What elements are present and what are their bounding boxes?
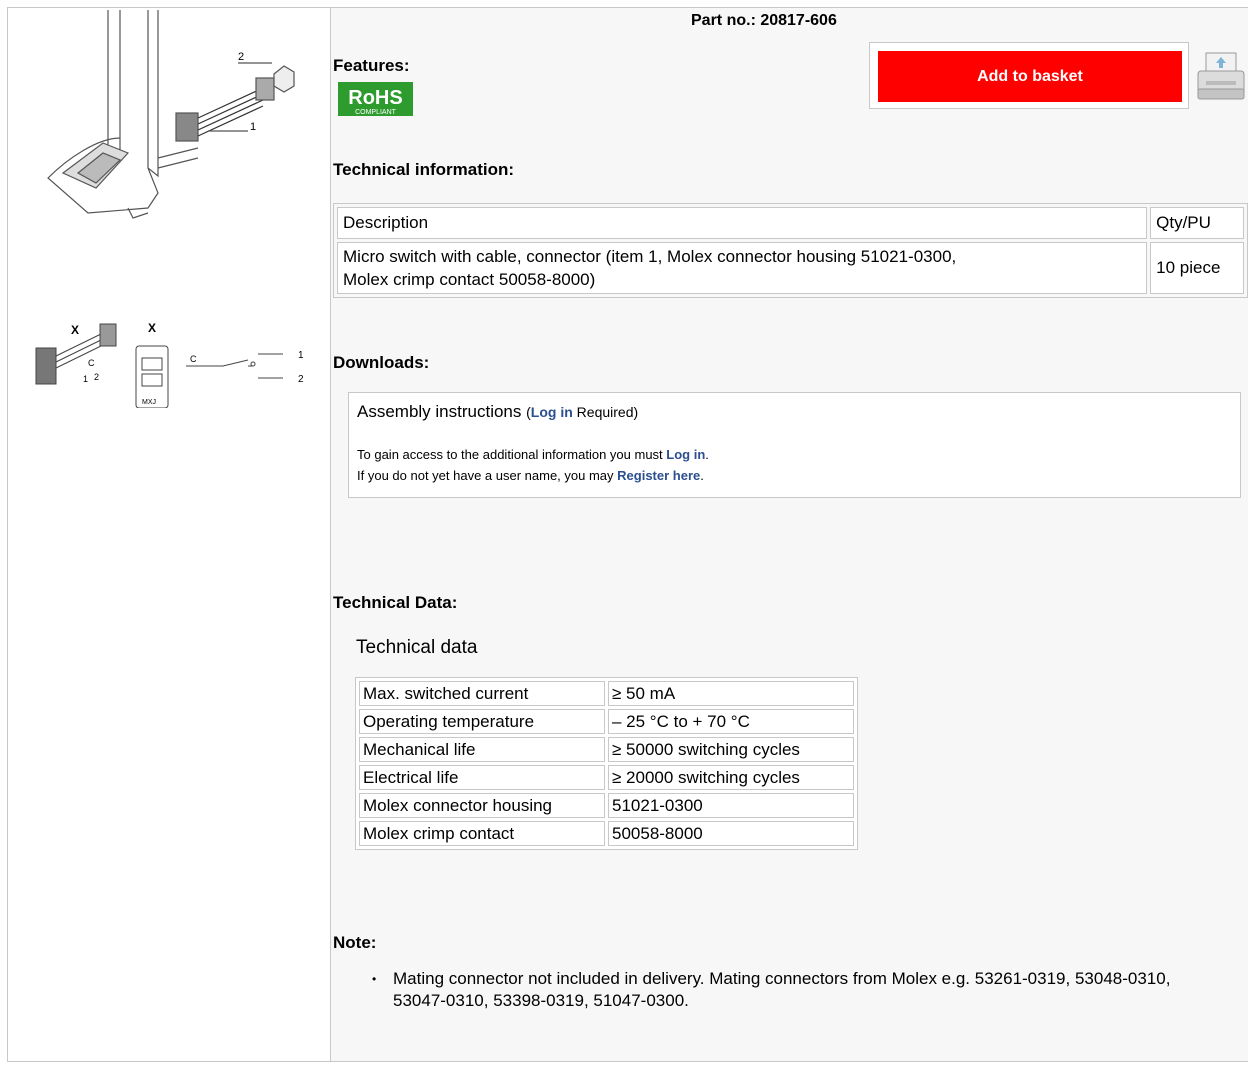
table-row: Electrical life ≥ 20000 switching cycles [359,765,854,790]
access-login-link[interactable]: Log in [666,447,705,462]
table-row: Molex crimp contact 50058-8000 [359,821,854,846]
qty-cell: 10 piece [1150,242,1244,294]
image-column: 2 1 X X C C 1 2 1 2 MXJ [8,8,331,1061]
drawing-label-1: 1 [250,121,256,133]
column-header-qty: Qty/PU [1150,207,1244,239]
wiring-label-2a: 2 [94,372,99,382]
download-item-name: Assembly instructions [357,402,522,421]
rohs-logo-subtitle: COMPLIANT [355,109,397,116]
technical-information-table: Description Qty/PU Micro switch with cab… [333,203,1248,298]
technical-data-title: Technical data [356,637,478,658]
wiring-label-x2: X [148,321,156,335]
spec-value: ≥ 50 mA [608,681,854,706]
spec-label: Electrical life [359,765,605,790]
drawing-label-2: 2 [238,51,244,63]
technical-data-heading: Technical Data: [333,593,458,612]
technical-data-table: Max. switched current ≥ 50 mA Operating … [355,677,858,850]
wiring-label-1a: 1 [83,374,88,384]
download-item-title: Assembly instructions (Log in Required) [357,402,638,422]
access-notice: To gain access to the additional informa… [357,447,709,462]
wiring-label-x1: X [71,323,79,337]
spec-label: Operating temperature [359,709,605,734]
technical-information-heading: Technical information: [333,160,515,179]
wiring-label-1b: 1 [298,350,304,361]
printer-icon[interactable] [1194,49,1248,105]
register-end: . [700,468,704,483]
table-header-row: Description Qty/PU [337,207,1244,239]
features-heading: Features: [333,56,410,75]
add-to-basket-button[interactable]: Add to basket [878,51,1182,102]
spec-label: Molex crimp contact [359,821,605,846]
spec-label: Max. switched current [359,681,605,706]
description-line-2: Molex crimp contact 50058-8000) [343,270,596,289]
required-text: Required) [572,404,639,420]
spec-label: Mechanical life [359,737,605,762]
spec-value: ≥ 20000 switching cycles [608,765,854,790]
table-row: Micro switch with cable, connector (item… [337,242,1244,294]
wiring-label-mx: MXJ [142,399,156,406]
note-list: • Mating connector not included in deliv… [372,968,1192,1012]
table-row: Mechanical life ≥ 50000 switching cycles [359,737,854,762]
spec-label: Molex connector housing [359,793,605,818]
list-item: Mating connector not included in deliver… [393,969,1171,1010]
table-row: Molex connector housing 51021-0300 [359,793,854,818]
note-heading: Note: [333,933,377,952]
spec-value: ≥ 50000 switching cycles [608,737,854,762]
bullet-icon: • [372,972,377,986]
table-row: Operating temperature – 25 °C to + 70 °C [359,709,854,734]
part-number: Part no.: 20817-606 [691,12,837,29]
wiring-label-c1: C [88,358,95,368]
access-end: . [705,447,709,462]
spec-value: 51021-0300 [608,793,854,818]
register-notice: If you do not yet have a user name, you … [357,468,704,483]
downloads-heading: Downloads: [333,353,430,372]
wiring-diagram: X X C C 1 2 1 2 MXJ [35,321,304,408]
spec-value: 50058-8000 [608,821,854,846]
description-line-1: Micro switch with cable, connector (item… [343,247,957,266]
register-text: If you do not yet have a user name, you … [357,468,618,483]
column-header-description: Description [337,207,1148,239]
product-drawing: 2 1 [47,10,295,219]
access-text: To gain access to the additional informa… [357,447,667,462]
description-cell: Micro switch with cable, connector (item… [337,242,1148,294]
wiring-label-2b: 2 [298,374,304,385]
register-link[interactable]: Register here [617,468,700,483]
spec-value: – 25 °C to + 70 °C [608,709,854,734]
rohs-compliant-logo: RoHS COMPLIANT [338,82,413,116]
rohs-logo-title: RoHS [348,87,402,109]
login-link[interactable]: Log in [531,404,573,420]
wiring-label-c2: C [190,354,197,364]
table-row: Max. switched current ≥ 50 mA [359,681,854,706]
